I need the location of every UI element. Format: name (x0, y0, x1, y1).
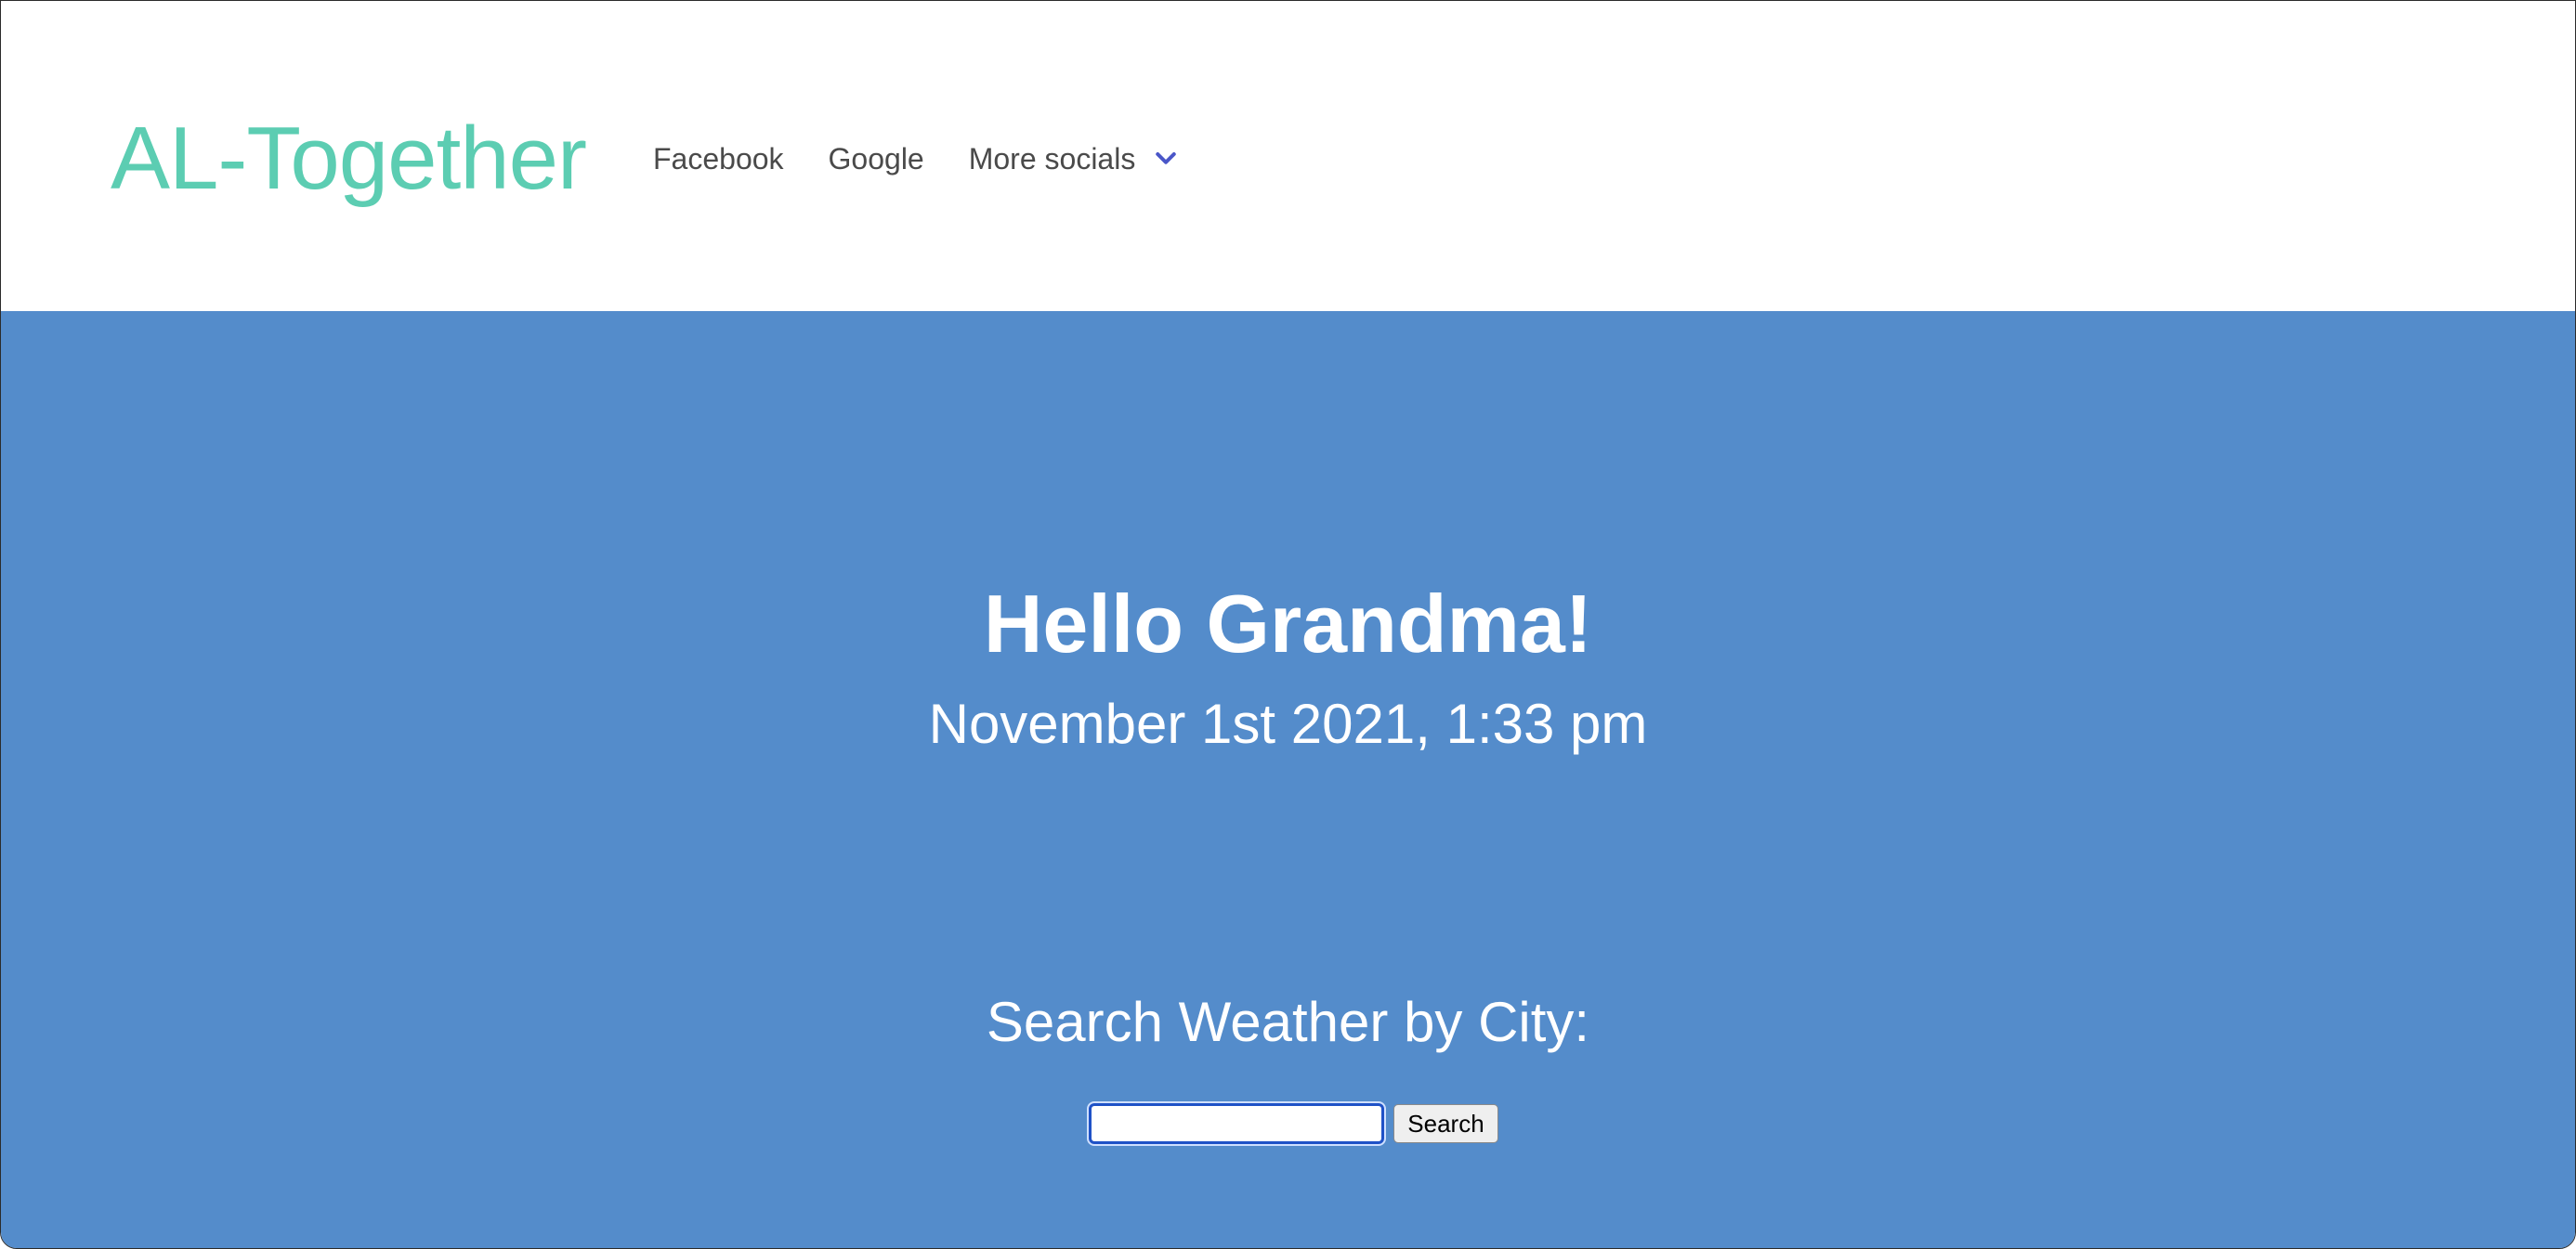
nav-item-label: More socials (968, 142, 1136, 176)
greeting-title: Hello Grandma! (983, 578, 1593, 670)
nav-item-google[interactable]: Google (806, 131, 947, 187)
nav-item-facebook[interactable]: Facebook (653, 131, 806, 187)
main-nav: Facebook Google More socials (653, 131, 1202, 187)
hero-section: Hello Grandma! November 1st 2021, 1:33 p… (1, 311, 2575, 1248)
site-header: AL-Together Facebook Google More socials (1, 1, 2575, 311)
brand-logo[interactable]: AL-Together (111, 94, 587, 224)
city-search-input[interactable] (1087, 1101, 1387, 1146)
browser-viewport: AL-Together Facebook Google More socials… (0, 0, 2576, 1249)
nav-item-label: Facebook (653, 142, 784, 176)
nav-item-label: Google (828, 142, 924, 176)
search-button[interactable]: Search (1393, 1104, 1498, 1143)
current-datetime: November 1st 2021, 1:33 pm (928, 693, 1648, 755)
weather-search-form: Search (1, 1101, 2575, 1146)
nav-item-more-socials[interactable]: More socials (947, 131, 1203, 187)
weather-search-label: Search Weather by City: (986, 991, 1590, 1053)
chevron-down-icon[interactable] (1152, 145, 1180, 173)
